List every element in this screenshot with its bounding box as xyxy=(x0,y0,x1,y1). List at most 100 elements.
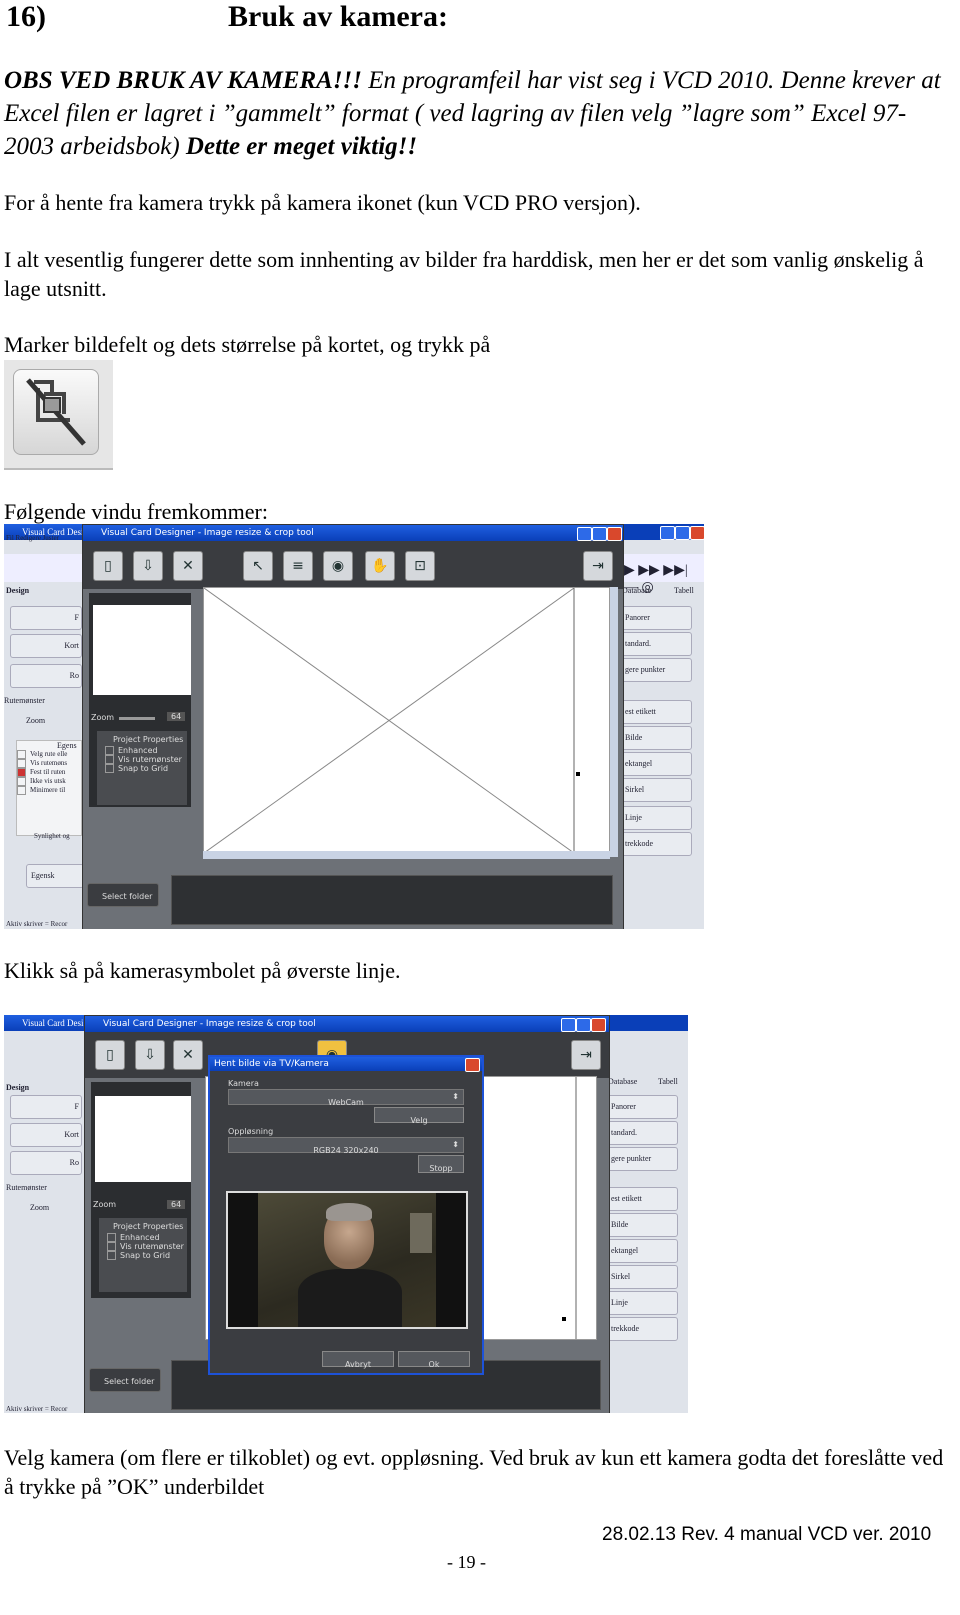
check-fest-til-ruten[interactable]: Fest til ruten xyxy=(17,768,81,777)
paragraph-mark-field: Marker bildefelt og dets størrelse på ko… xyxy=(4,332,491,357)
paragraph-camera-icon: For å hente fra kamera trykk på kamera i… xyxy=(4,190,641,215)
check-vis-rutemonster[interactable]: Vis rutemøns xyxy=(17,759,81,768)
rutemonster-label: Rutemønster xyxy=(4,696,45,705)
exit-icon-2[interactable]: ⇥ xyxy=(571,1040,601,1070)
right-button-2-standard[interactable]: tandard. xyxy=(606,1121,678,1145)
right-button-2-punkter[interactable]: gere punkter xyxy=(606,1147,678,1171)
section-heading: 16) Bruk av kamera: xyxy=(6,0,448,34)
check-velg-rute[interactable]: Velg rute elle xyxy=(17,750,81,759)
crop-tool-window: Visual Card Designer - Image resize & cr… xyxy=(82,524,624,929)
design-tab-2[interactable]: Design xyxy=(6,1083,29,1092)
right-button-2-rektangel[interactable]: ektangel xyxy=(606,1239,678,1263)
side-button-2-3[interactable]: Ro xyxy=(10,1151,82,1175)
option-enhanced-2[interactable]: Enhanced xyxy=(107,1233,187,1242)
project-properties-label: Project Properties xyxy=(113,735,184,744)
side-button-1[interactable]: F xyxy=(10,606,82,630)
option-vis-rutemonster-2[interactable]: Vis rutemønster xyxy=(107,1242,187,1251)
check-ikke-vis[interactable]: Ikke vis utsk xyxy=(17,777,81,786)
right-button-linje[interactable]: Linje xyxy=(620,806,692,830)
right-button-2-panorer[interactable]: Panorer xyxy=(606,1095,678,1119)
right-button-standard[interactable]: tandard. xyxy=(620,632,692,656)
right-button-2-strekkode[interactable]: trekkode xyxy=(606,1317,678,1341)
right-button-strekkode[interactable]: trekkode xyxy=(620,832,692,856)
zoom-label: Zoom xyxy=(91,713,115,722)
paragraph-select-camera: Velg kamera (om flere er tilkoblet) og e… xyxy=(4,1445,944,1499)
scanner-icon[interactable]: ≡ xyxy=(283,551,313,581)
warning-emphasis: Dette er meget viktig!! xyxy=(185,133,418,160)
zoom-label-2: Zoom xyxy=(93,1200,117,1209)
design-tab[interactable]: Design xyxy=(6,586,29,595)
egenskaper-button[interactable]: Egensk xyxy=(26,864,84,888)
canvas-area[interactable] xyxy=(203,587,610,854)
screenshot-crop-tool: Visual Card Desi Fil Redigere Juster Des… xyxy=(4,524,704,929)
paragraph-window-appears: Følgende vindu fremkommer: xyxy=(4,499,268,524)
tab-database[interactable]: Database xyxy=(622,586,651,595)
project-properties-label-2: Project Properties xyxy=(113,1222,184,1231)
stopp-button[interactable]: Stopp xyxy=(418,1155,464,1173)
section-number: 16) xyxy=(6,0,46,33)
bg-app-menu: Fil Redigere Juster xyxy=(6,534,59,542)
horizontal-scrollbar[interactable] xyxy=(203,851,610,859)
right-button-etikett[interactable]: est etikett xyxy=(620,700,692,724)
delete-image-icon-2[interactable]: ✕ xyxy=(173,1040,203,1070)
hand-icon[interactable]: ✋ xyxy=(365,551,395,581)
pointer-icon[interactable]: ↖ xyxy=(243,551,273,581)
opplosning-label: Oppløsning xyxy=(228,1127,274,1136)
right-button-2-bilde[interactable]: Bilde xyxy=(606,1213,678,1237)
warning-paragraph: OBS VED BRUK AV KAMERA!!! En programfeil… xyxy=(4,64,944,163)
select-folder-button[interactable]: Select folder xyxy=(87,883,159,907)
vertical-scrollbar[interactable] xyxy=(610,587,618,857)
warning-lead: OBS VED BRUK AV KAMERA!!! xyxy=(4,67,363,94)
page-number: - 19 - xyxy=(447,1552,486,1572)
select-folder-button-2[interactable]: Select folder xyxy=(89,1368,161,1392)
option-snap-to-grid[interactable]: Snap to Grid xyxy=(105,764,187,773)
camera-icon[interactable]: ◉ xyxy=(323,551,353,581)
crop-icon xyxy=(4,360,113,470)
crop-tool-title: Visual Card Designer - Image resize & cr… xyxy=(83,525,623,541)
right-button-panorer[interactable]: Panorer xyxy=(620,606,692,630)
rutemonster-label-2: Rutemønster xyxy=(6,1183,47,1192)
side-button-2-1[interactable]: F xyxy=(10,1095,82,1119)
screenshot-camera-dialog: Visual Card Desi Design F Kort Ro Rutemø… xyxy=(4,1015,688,1413)
status-bar-2: Aktiv skriver = Recor xyxy=(6,1405,68,1413)
zoom-value-2: 64 xyxy=(167,1200,186,1209)
right-button-2-sirkel[interactable]: Sirkel xyxy=(606,1265,678,1289)
velg-button[interactable]: Velg xyxy=(374,1107,464,1125)
right-button-bilde[interactable]: Bilde xyxy=(620,726,692,750)
opplosning-select[interactable]: RGB24 320x240 ⬍ xyxy=(228,1137,464,1155)
check-minimere[interactable]: Minimere til xyxy=(17,786,81,795)
kamera-select[interactable]: WebCam ⬍ xyxy=(228,1089,464,1107)
tab-tabell-2[interactable]: Tabell xyxy=(658,1077,678,1086)
option-snap-to-grid-2[interactable]: Snap to Grid xyxy=(107,1251,187,1260)
camera-dialog: Hent bilde via TV/Kamera Kamera WebCam ⬍… xyxy=(208,1055,484,1375)
avbryt-button[interactable]: Avbryt xyxy=(322,1351,394,1369)
paragraph-click-camera: Klikk så på kamerasymbolet på øverste li… xyxy=(4,958,401,983)
side-button-2[interactable]: Kort xyxy=(10,634,82,658)
check-egens: Egens xyxy=(57,741,77,750)
open-image-icon-2[interactable]: ⇩ xyxy=(135,1040,165,1070)
zoom-value: 64 xyxy=(167,712,186,721)
right-button-sirkel[interactable]: Sirkel xyxy=(620,778,692,802)
tab-tabell[interactable]: Tabell xyxy=(674,586,694,595)
delete-image-icon[interactable]: ✕ xyxy=(173,551,203,581)
zoom-slider[interactable] xyxy=(119,717,155,720)
bg-zoom-label: Zoom xyxy=(26,716,46,725)
right-button-2-linje[interactable]: Linje xyxy=(606,1291,678,1315)
tab-database-2[interactable]: Database xyxy=(608,1077,637,1086)
option-vis-rutemonster[interactable]: Vis rutemønster xyxy=(105,755,187,764)
footer-revision: 28.02.13 Rev. 4 manual VCD ver. 2010 xyxy=(602,1524,932,1545)
new-file-icon-2[interactable]: ▯ xyxy=(95,1040,125,1070)
ok-button[interactable]: Ok xyxy=(398,1351,470,1369)
right-button-punkter[interactable]: gere punkter xyxy=(620,658,692,682)
open-image-icon[interactable]: ⇩ xyxy=(133,551,163,581)
crop-tool-title-2: Visual Card Designer - Image resize & cr… xyxy=(85,1016,609,1032)
side-button-2-2[interactable]: Kort xyxy=(10,1123,82,1147)
fit-icon[interactable]: ⊡ xyxy=(405,551,435,581)
new-file-icon[interactable]: ▯ xyxy=(93,551,123,581)
side-button-3[interactable]: Ro xyxy=(10,664,82,688)
right-button-rektangel[interactable]: ektangel xyxy=(620,752,692,776)
option-enhanced[interactable]: Enhanced xyxy=(105,746,187,755)
right-button-2-etikett[interactable]: est etikett xyxy=(606,1187,678,1211)
exit-icon[interactable]: ⇥ xyxy=(583,551,613,581)
thumbnail-preview-2 xyxy=(95,1096,191,1182)
